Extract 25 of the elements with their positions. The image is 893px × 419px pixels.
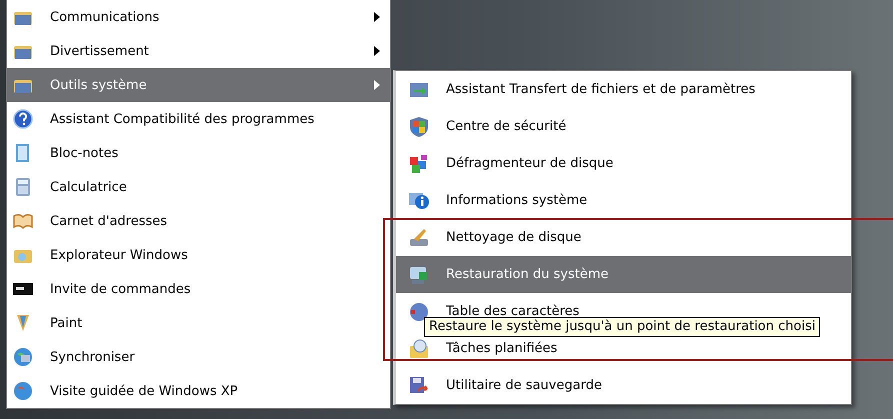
menu-item[interactable]: Bloc-notes — [7, 136, 390, 170]
menu-item[interactable]: Visite guidée de Windows XP — [7, 374, 390, 408]
folder-clock-icon — [408, 338, 430, 360]
disk-brush-icon — [408, 226, 430, 248]
menu-item[interactable]: Carnet d'adresses — [7, 204, 390, 238]
menu-item[interactable]: Invite de commandes — [7, 272, 390, 306]
menu-item[interactable]: Paint — [7, 306, 390, 340]
menu-item[interactable]: Synchroniser — [7, 340, 390, 374]
menu-item[interactable]: Restauration du système — [396, 256, 851, 293]
menu-item[interactable]: Calculatrice — [7, 170, 390, 204]
menu-item[interactable]: Divertissement — [7, 34, 390, 68]
menu-item[interactable]: Informations système — [396, 182, 851, 219]
menu-item[interactable]: Centre de sécurité — [396, 108, 851, 145]
menu-item[interactable]: Nettoyage de disque — [396, 219, 851, 256]
blocks-icon — [408, 152, 430, 174]
menu-item[interactable]: Défragmenteur de disque — [396, 145, 851, 182]
menu-item[interactable]: Outils système — [7, 68, 390, 102]
menu-item[interactable]: Explorateur Windows — [7, 238, 390, 272]
menu-item[interactable]: Assistant Transfert de fichiers et de paramètres — [396, 71, 851, 108]
shield-icon — [408, 116, 430, 138]
menu-item[interactable]: Utilitaire de sauvegarde — [396, 367, 851, 404]
help-icon — [12, 108, 34, 130]
tooltip: Restaure le système jusqu'à un point de restauration choisi — [424, 317, 820, 337]
menu-item[interactable]: Communications — [7, 0, 390, 34]
menu-item[interactable]: Assistant Compatibilité des programmes — [7, 102, 390, 136]
